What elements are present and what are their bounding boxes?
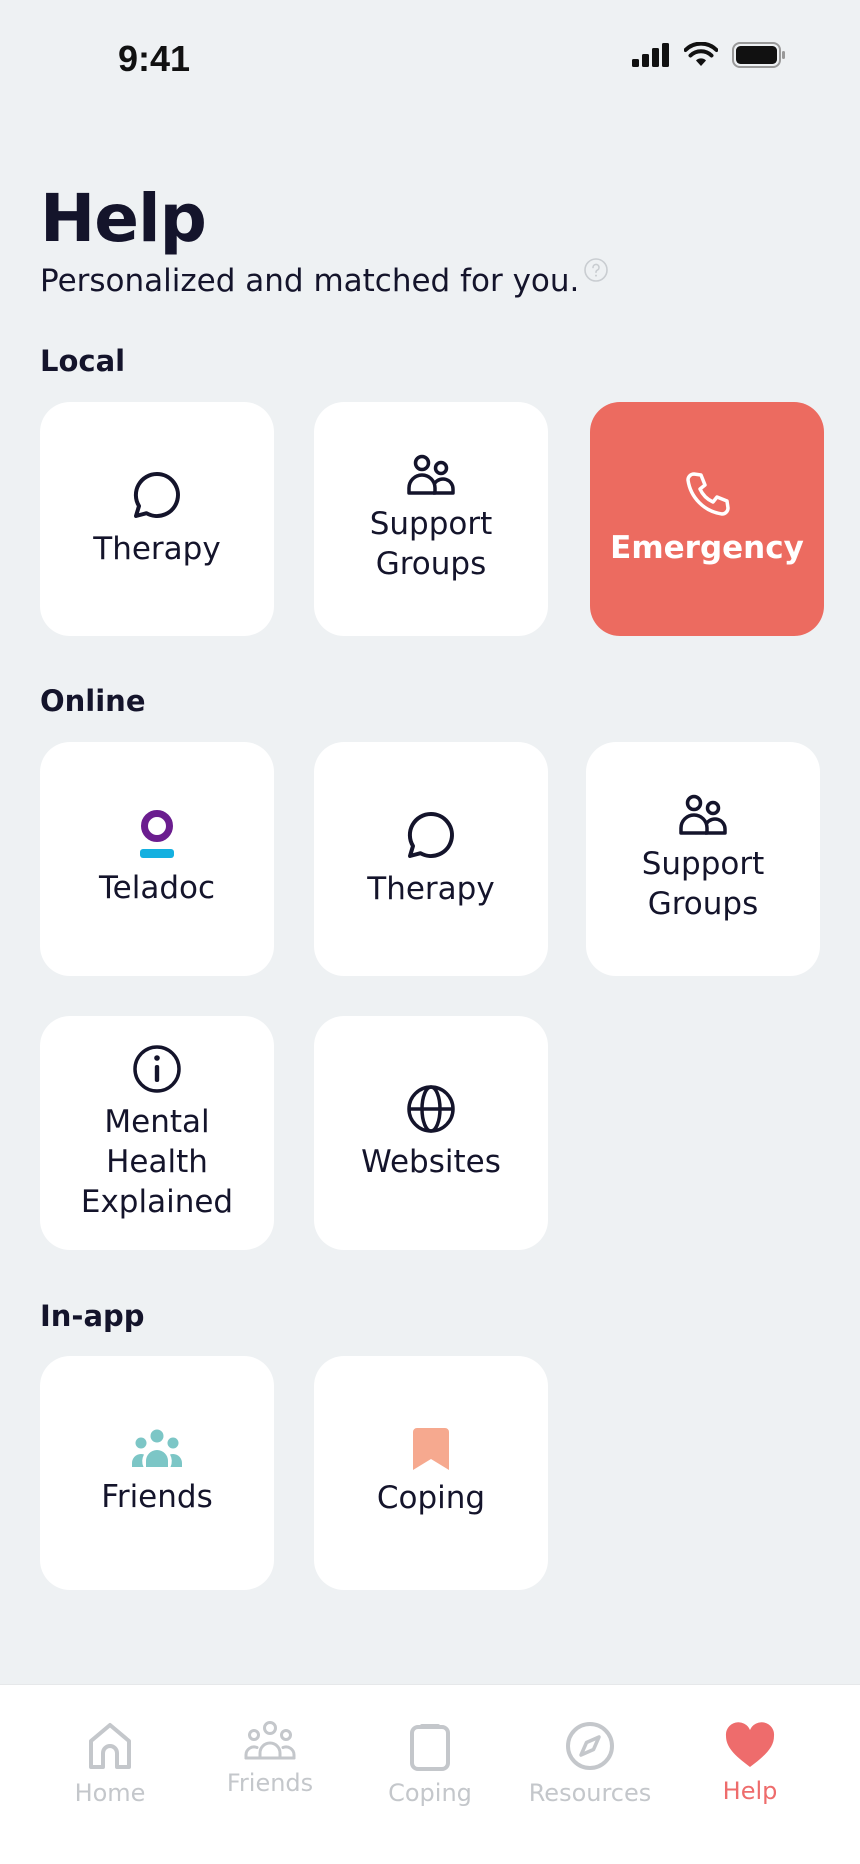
home-icon <box>89 1723 131 1769</box>
tile-label: Support Groups <box>370 504 493 584</box>
people-icon <box>407 454 455 495</box>
tab-label: Resources <box>528 1779 652 1807</box>
tile-label-line: Groups <box>647 886 759 922</box>
clipboard-icon <box>410 1724 450 1771</box>
tab-help[interactable]: Help <box>680 1721 820 1805</box>
tab-resources[interactable]: Resources <box>520 1721 660 1807</box>
phone-icon <box>686 472 730 516</box>
compass-icon <box>566 1722 614 1770</box>
question-circle-icon[interactable] <box>583 257 609 283</box>
heart-icon <box>725 1722 775 1767</box>
tab-friends[interactable]: Friends <box>200 1721 340 1797</box>
people-icon <box>679 794 727 835</box>
tab-label: Home <box>74 1779 146 1807</box>
tile-label: Friends <box>101 1479 213 1515</box>
tile-emergency[interactable]: Emergency <box>590 402 824 636</box>
tile-label: Mental Health Explained <box>81 1102 233 1222</box>
tile-label: Support Groups <box>642 844 765 924</box>
globe-icon <box>407 1085 455 1133</box>
tile-label: Websites <box>361 1144 501 1180</box>
status-time: 9:41 <box>118 38 191 79</box>
tab-label: Help <box>722 1777 778 1805</box>
tile-label-line: Support <box>369 506 493 542</box>
tile-online-teladoc[interactable]: Teladoc <box>40 742 274 976</box>
wifi-icon <box>684 42 718 66</box>
tile-local-therapy[interactable]: Therapy <box>40 402 274 636</box>
cellular-signal-icon <box>632 43 669 67</box>
tile-mental-health-explained[interactable]: Mental Health Explained <box>40 1016 274 1250</box>
teladoc-logo-icon <box>140 810 174 858</box>
tab-coping[interactable]: Coping <box>360 1721 500 1807</box>
tab-label: Coping <box>388 1779 472 1807</box>
tile-label-line: Support <box>641 846 765 882</box>
tile-websites[interactable]: Websites <box>314 1016 548 1250</box>
tile-online-support-groups[interactable]: Support Groups <box>586 742 820 976</box>
speech-bubble-icon <box>407 811 454 858</box>
friends-group-icon <box>131 1429 183 1467</box>
page-subtitle: Personalized and matched for you. <box>40 258 609 299</box>
subtitle-text: Personalized and matched for you. <box>40 263 580 299</box>
bookmark-icon <box>413 1428 449 1470</box>
status-icons <box>632 42 786 68</box>
tile-label-line: Health <box>106 1144 208 1180</box>
friends-icon <box>244 1721 296 1760</box>
info-icon <box>133 1045 181 1093</box>
section-label-local: Local <box>40 344 126 378</box>
tile-label-line: Mental <box>104 1104 210 1140</box>
tile-label: Therapy <box>367 871 495 907</box>
bottom-tab-bar: Home Friends Coping Resources Help <box>0 1684 860 1864</box>
status-bar: 9:41 <box>0 0 860 120</box>
tile-friends[interactable]: Friends <box>40 1356 274 1590</box>
speech-bubble-icon <box>133 471 180 518</box>
tile-coping[interactable]: Coping <box>314 1356 548 1590</box>
tile-label: Therapy <box>93 531 221 567</box>
tile-label-line: Groups <box>375 546 487 582</box>
tile-label: Coping <box>376 1480 486 1516</box>
tile-label: Emergency <box>610 530 804 566</box>
tile-label-line: Explained <box>80 1184 234 1220</box>
page-header: Help Personalized and matched for you. <box>40 180 609 299</box>
tile-label: Teladoc <box>98 870 216 906</box>
tile-online-therapy[interactable]: Therapy <box>314 742 548 976</box>
section-label-online: Online <box>40 684 146 718</box>
battery-icon <box>732 42 785 68</box>
tab-home[interactable]: Home <box>40 1721 180 1807</box>
tile-local-support-groups[interactable]: Support Groups <box>314 402 548 636</box>
page-title: Help <box>40 180 207 257</box>
tab-label: Friends <box>226 1769 314 1797</box>
section-label-inapp: In-app <box>40 1299 145 1333</box>
